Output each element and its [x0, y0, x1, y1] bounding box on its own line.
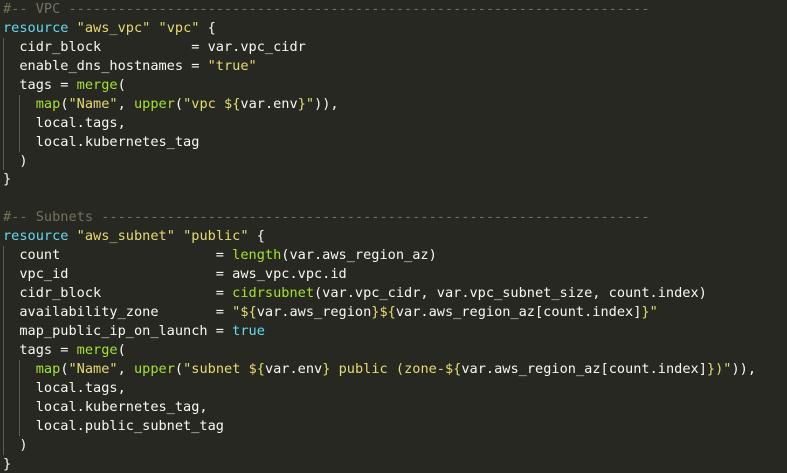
code-token: "Name"	[69, 361, 118, 377]
code-token: upper	[134, 361, 175, 377]
code-token: } public (zone-${	[322, 361, 461, 377]
code-line[interactable]: #-- Subnets ----------------------------…	[0, 208, 787, 227]
code-line[interactable]: }	[0, 455, 787, 473]
code-token: }"	[641, 304, 657, 320]
code-token	[3, 361, 36, 377]
code-token: ,	[118, 96, 134, 112]
code-token: "aws_vpc"	[77, 20, 151, 36]
code-token	[3, 96, 36, 112]
code-token: #-- Subnets ----------------------------…	[3, 209, 650, 225]
code-token: {	[249, 228, 265, 244]
code-token: local.kubernetes_tag,	[3, 399, 208, 415]
code-token: var.aws_region	[257, 304, 372, 320]
code-line[interactable]: map_public_ip_on_launch = true	[0, 322, 787, 341]
code-line[interactable]: )	[0, 436, 787, 455]
code-token: (	[175, 361, 183, 377]
code-line[interactable]: #-- VPC --------------------------------…	[0, 0, 787, 19]
code-token: "subnet ${	[183, 361, 265, 377]
code-line[interactable]: tags = merge(	[0, 341, 787, 360]
code-token: (	[175, 96, 183, 112]
code-token: local.tags,	[3, 380, 126, 396]
code-token: (	[118, 342, 126, 358]
code-line[interactable]: local.kubernetes_tag	[0, 133, 787, 152]
code-token: }"	[298, 96, 314, 112]
code-token: "vpc"	[159, 20, 200, 36]
code-token: var.env	[240, 96, 297, 112]
code-token	[68, 20, 76, 36]
code-token: (	[60, 361, 68, 377]
code-line[interactable]: local.tags,	[0, 114, 787, 133]
code-token: upper	[134, 96, 175, 112]
code-line[interactable]: local.kubernetes_tag,	[0, 398, 787, 417]
code-line[interactable]: }	[0, 170, 787, 189]
code-token: cidr_block = var.vpc_cidr	[3, 39, 306, 55]
code-token: {	[199, 20, 215, 36]
code-token	[68, 228, 76, 244]
code-token: map_public_ip_on_launch =	[3, 323, 232, 339]
code-token: ,	[118, 361, 134, 377]
code-token: var.aws_region_az[count.index]	[461, 361, 707, 377]
code-token: )),	[731, 361, 756, 377]
code-token: )),	[314, 96, 339, 112]
code-token: merge	[77, 342, 118, 358]
code-token: "public"	[183, 228, 248, 244]
code-token: local.tags,	[3, 115, 126, 131]
code-line[interactable]: resource "aws_vpc" "vpc" {	[0, 19, 787, 38]
code-line[interactable]: cidr_block = var.vpc_cidr	[0, 38, 787, 57]
code-line[interactable]: tags = merge(	[0, 76, 787, 95]
code-line[interactable]: count = length(var.aws_region_az)	[0, 246, 787, 265]
code-line[interactable]: vpc_id = aws_vpc.vpc.id	[0, 265, 787, 284]
code-token: "${	[232, 304, 257, 320]
code-line[interactable]: resource "aws_subnet" "public" {	[0, 227, 787, 246]
code-editor[interactable]: #-- VPC --------------------------------…	[0, 0, 787, 472]
code-token: var.env	[265, 361, 322, 377]
code-token: "vpc ${	[183, 96, 240, 112]
code-line[interactable]	[0, 189, 787, 208]
code-line[interactable]: availability_zone = "${var.aws_region}${…	[0, 303, 787, 322]
code-token: merge	[77, 77, 118, 93]
code-token: true	[232, 323, 265, 339]
code-token: local.public_subnet_tag	[3, 418, 224, 434]
code-token: cidrsubnet	[232, 285, 314, 301]
code-token: (	[60, 96, 68, 112]
code-token: }	[3, 456, 11, 472]
code-line[interactable]: map("Name", upper("subnet ${var.env} pub…	[0, 360, 787, 379]
code-token: cidr_block =	[3, 285, 232, 301]
code-token: var.aws_region_az[count.index]	[396, 304, 642, 320]
code-token: "Name"	[69, 96, 118, 112]
code-token: })"	[707, 361, 732, 377]
code-token: )	[3, 437, 28, 453]
code-token: local.kubernetes_tag	[3, 134, 199, 150]
code-token: tags =	[3, 342, 77, 358]
code-token: tags =	[3, 77, 77, 93]
code-token: availability_zone =	[3, 304, 232, 320]
code-token: map	[36, 96, 61, 112]
code-token: length	[232, 247, 281, 263]
code-token: map	[36, 361, 61, 377]
code-line[interactable]: local.public_subnet_tag	[0, 417, 787, 436]
code-token	[175, 228, 183, 244]
code-token: (	[118, 77, 126, 93]
code-token: vpc_id = aws_vpc.vpc.id	[3, 266, 347, 282]
code-token: )	[3, 153, 28, 169]
code-line[interactable]: )	[0, 152, 787, 171]
code-line[interactable]: map("Name", upper("vpc ${var.env}")),	[0, 95, 787, 114]
code-token: (var.vpc_cidr, var.vpc_subnet_size, coun…	[314, 285, 707, 301]
code-token: "true"	[208, 58, 257, 74]
code-token: }	[3, 171, 11, 187]
code-token: resource	[3, 20, 68, 36]
code-token: enable_dns_hostnames =	[3, 58, 208, 74]
code-token: resource	[3, 228, 68, 244]
code-token: }${	[371, 304, 396, 320]
code-token	[150, 20, 158, 36]
code-line[interactable]: enable_dns_hostnames = "true"	[0, 57, 787, 76]
code-line[interactable]: local.tags,	[0, 379, 787, 398]
code-token: (var.aws_region_az)	[281, 247, 437, 263]
code-token: "aws_subnet"	[77, 228, 175, 244]
code-token: #-- VPC --------------------------------…	[3, 1, 650, 17]
code-token: count =	[3, 247, 232, 263]
code-line[interactable]: cidr_block = cidrsubnet(var.vpc_cidr, va…	[0, 284, 787, 303]
